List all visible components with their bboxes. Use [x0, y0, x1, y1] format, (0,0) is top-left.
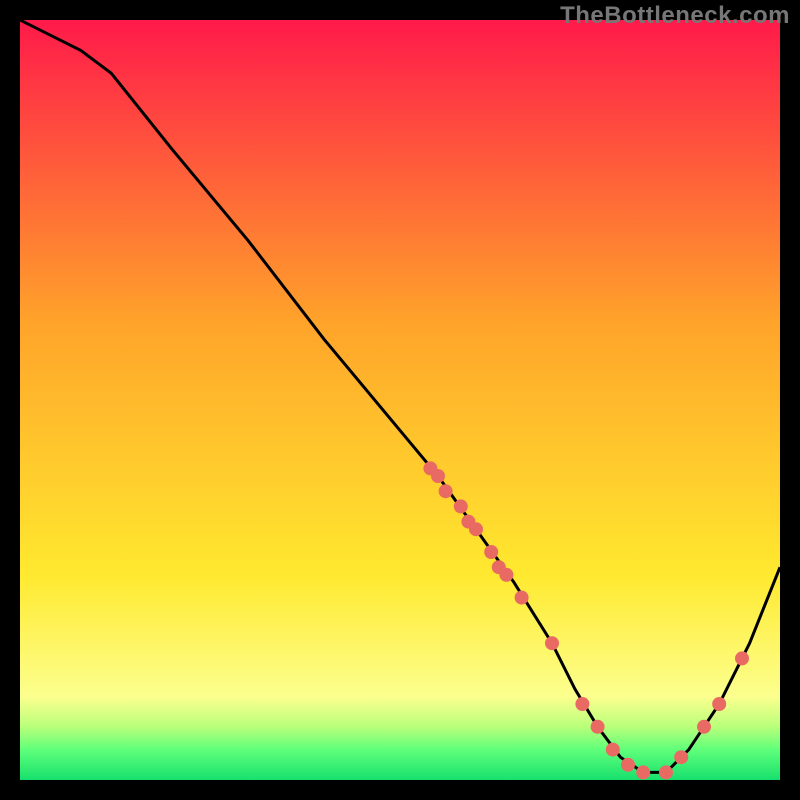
data-point — [431, 469, 445, 483]
data-point — [575, 697, 589, 711]
plot-area — [20, 20, 780, 780]
data-point — [499, 568, 513, 582]
data-point — [469, 522, 483, 536]
data-point — [636, 765, 650, 779]
chart-svg — [20, 20, 780, 780]
data-point — [606, 743, 620, 757]
data-point — [712, 697, 726, 711]
chart-container: { "watermark": "TheBottleneck.com", "col… — [0, 0, 800, 800]
data-point — [591, 720, 605, 734]
gradient-background — [20, 20, 780, 780]
data-point — [484, 545, 498, 559]
data-point — [735, 651, 749, 665]
data-point — [439, 484, 453, 498]
data-point — [454, 499, 468, 513]
data-point — [545, 636, 559, 650]
data-point — [621, 758, 635, 772]
data-point — [659, 765, 673, 779]
data-point — [515, 591, 529, 605]
data-point — [697, 720, 711, 734]
watermark-text: TheBottleneck.com — [560, 2, 790, 30]
data-point — [674, 750, 688, 764]
